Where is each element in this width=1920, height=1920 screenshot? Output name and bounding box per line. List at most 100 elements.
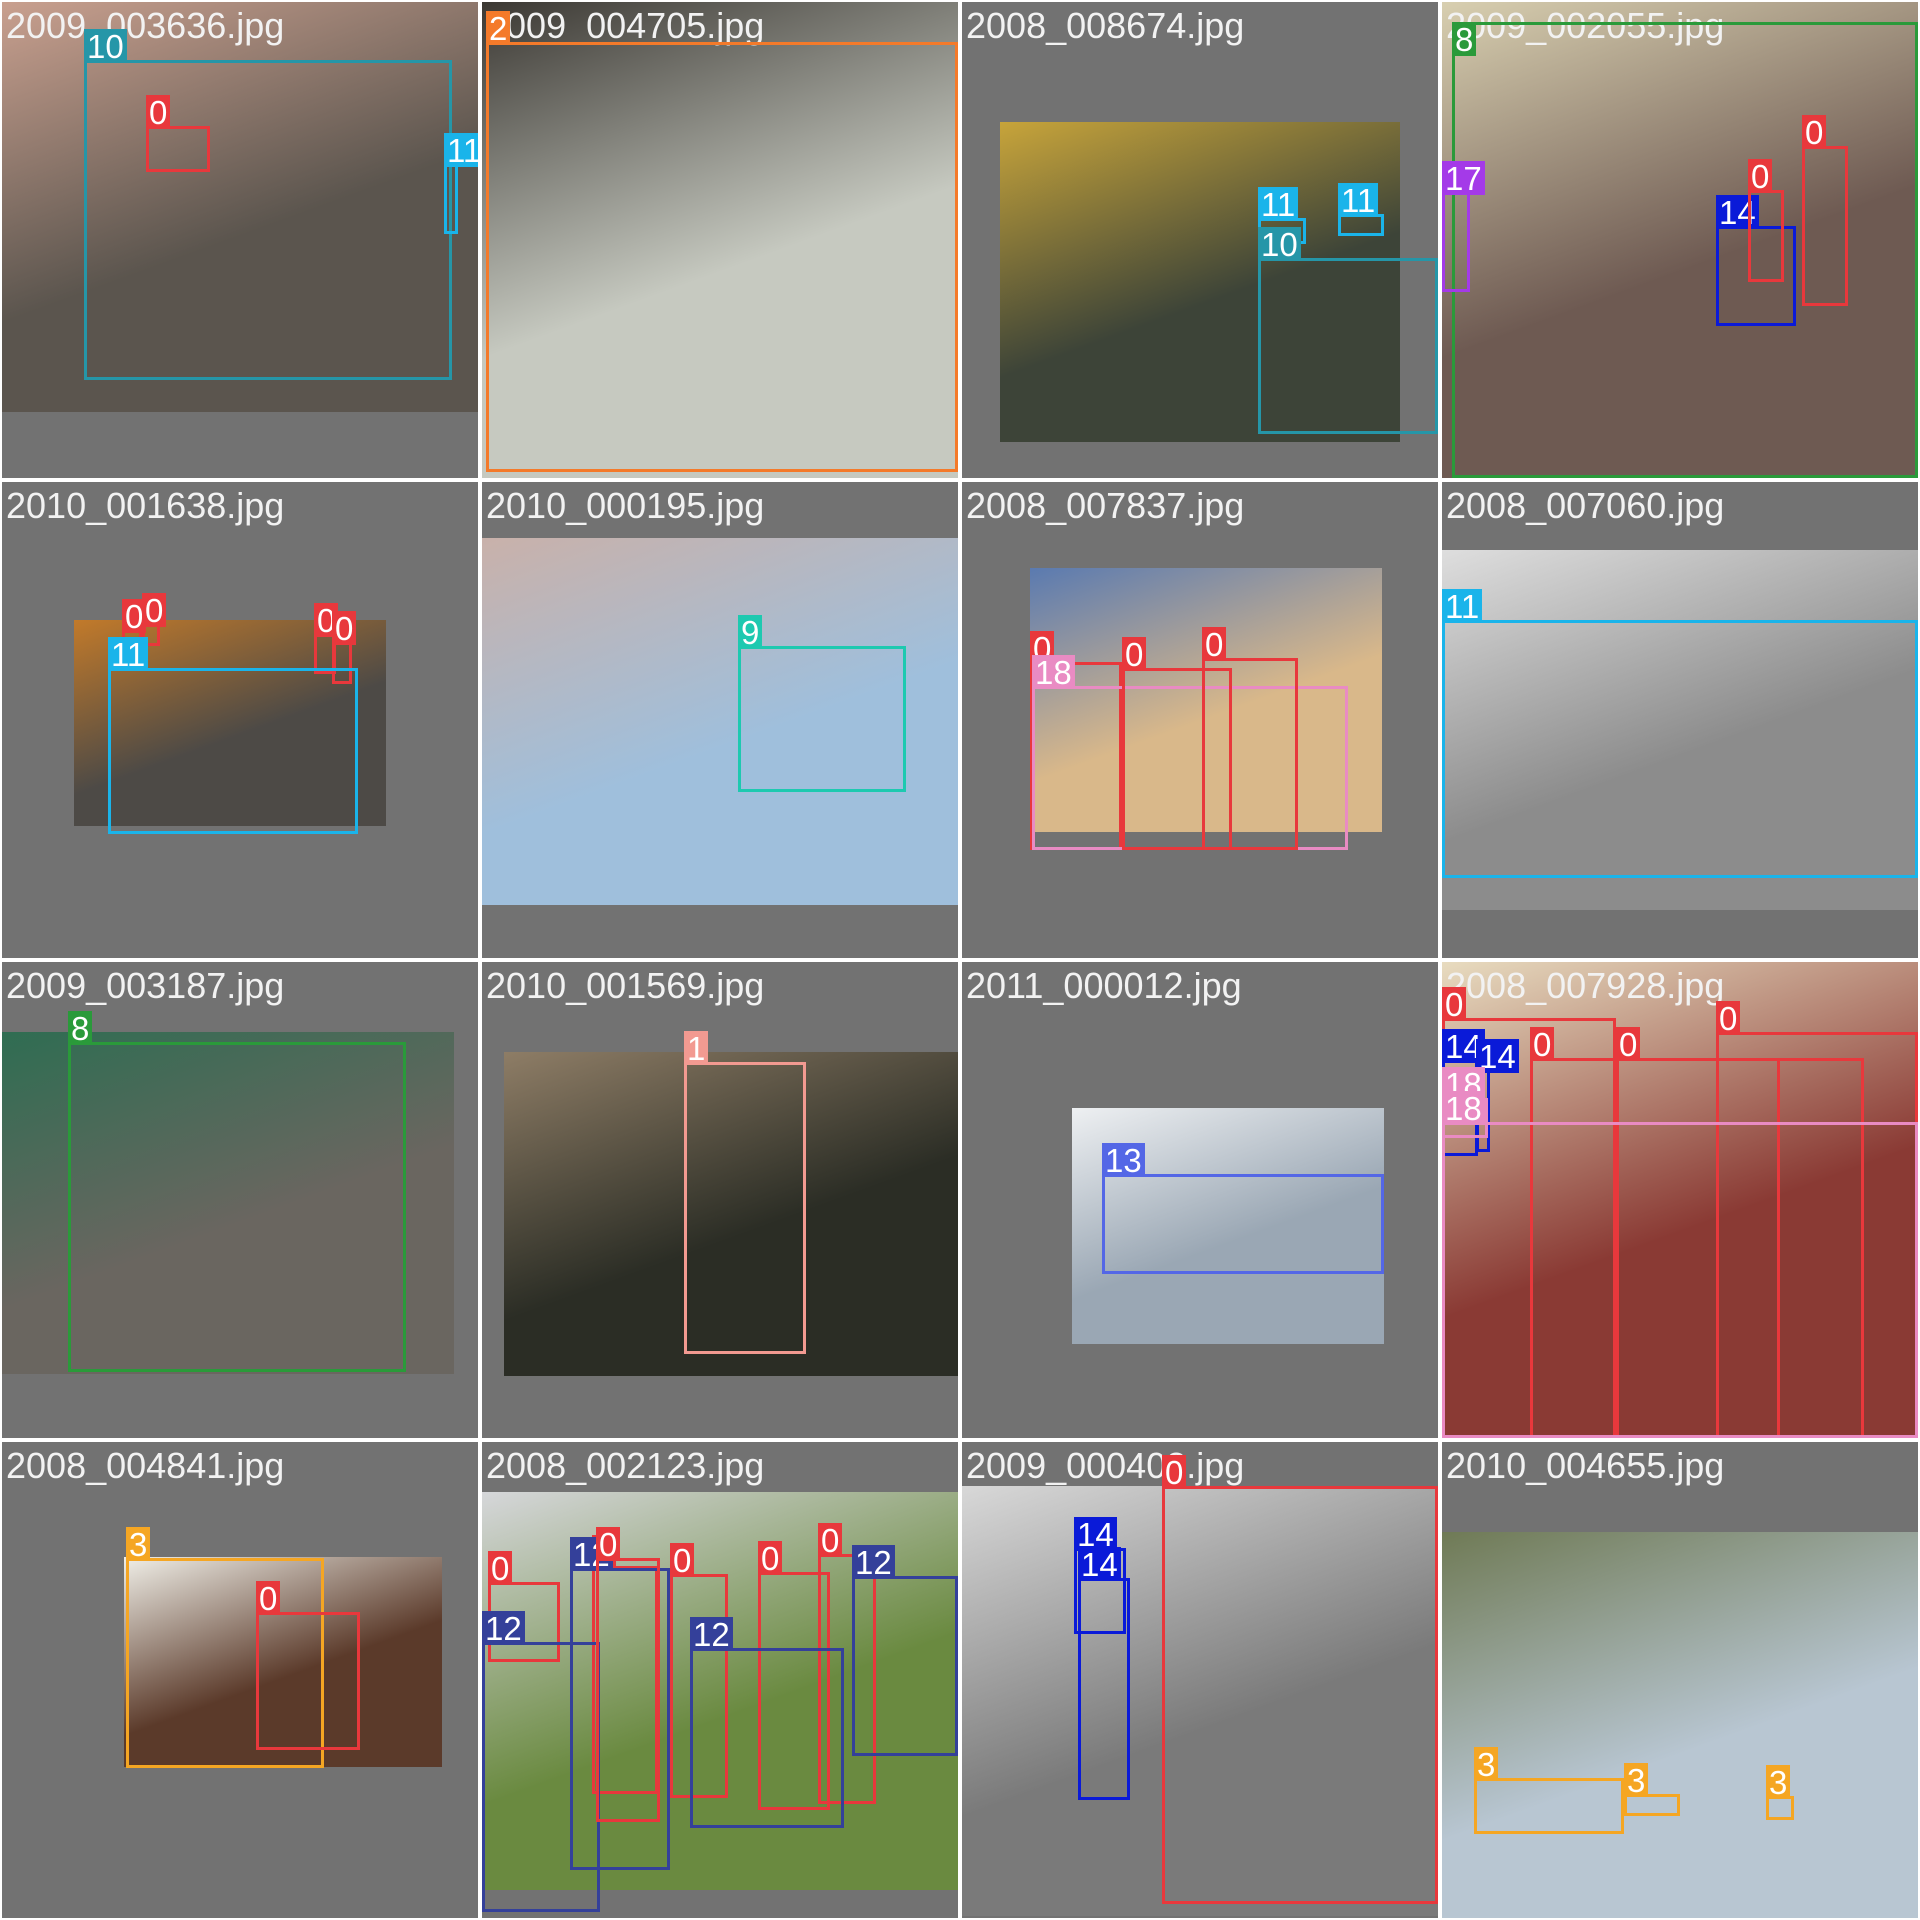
class-id-label: 0 bbox=[1122, 637, 1147, 671]
class-id-label: 8 bbox=[68, 1011, 93, 1045]
class-id-label: 0 bbox=[1442, 987, 1467, 1021]
bounding-box: 17 bbox=[1442, 161, 1485, 292]
class-id-label: 0 bbox=[332, 611, 357, 645]
class-id-label: 0 bbox=[146, 95, 171, 129]
class-id-label: 3 bbox=[1766, 1765, 1791, 1799]
tile-filename: 2010_001569.jpg bbox=[486, 965, 765, 1006]
tile-filename: 2008_004841.jpg bbox=[6, 1445, 285, 1486]
bounding-box: 9 bbox=[738, 615, 906, 792]
tile-filename: 2008_007060.jpg bbox=[1446, 485, 1725, 526]
class-id-label: 0 bbox=[1716, 1001, 1741, 1035]
class-id-label: 0 bbox=[1530, 1027, 1555, 1061]
bounding-box: 3 bbox=[1766, 1765, 1794, 1820]
mosaic-tile: 2010_001569.jpg 1 bbox=[482, 962, 958, 1438]
bounding-box: 8 bbox=[68, 1011, 406, 1372]
bounding-box: 12 bbox=[852, 1545, 958, 1756]
bounding-box: 14 bbox=[1074, 1517, 1126, 1634]
class-id-label: 9 bbox=[738, 615, 763, 649]
tile-filename: 2011_000012.jpg bbox=[966, 965, 1242, 1006]
class-id-label: 12 bbox=[690, 1617, 733, 1651]
mosaic-tile: 2009_002055.jpg 8 0 17 14 0 bbox=[1442, 2, 1918, 478]
bounding-box: 0 bbox=[1748, 159, 1784, 282]
tile-filename: 2008_002123.jpg bbox=[486, 1445, 765, 1486]
bounding-box: 0 bbox=[256, 1581, 360, 1750]
class-id-label: 8 bbox=[1452, 22, 1477, 56]
class-id-label: 3 bbox=[1474, 1747, 1499, 1781]
bounding-box: 3 bbox=[1624, 1763, 1680, 1816]
mosaic-tile: 2008_004841.jpg 3 0 bbox=[2, 1442, 478, 1918]
tile-filename: 2009_003636.jpg bbox=[6, 5, 285, 46]
class-id-label: 18 bbox=[1032, 655, 1075, 689]
class-id-label: 11 bbox=[1258, 187, 1299, 221]
bounding-box: 0 bbox=[1202, 627, 1298, 850]
tile-filename: 2009_004705.jpg bbox=[486, 5, 765, 46]
class-id-label: 17 bbox=[1442, 161, 1485, 195]
mosaic-tile: 2010_004655.jpg 3 3 3 bbox=[1442, 1442, 1918, 1918]
bounding-box: 0 bbox=[596, 1527, 660, 1822]
class-id-label: 0 bbox=[670, 1543, 695, 1577]
tile-filename: 2009_003187.jpg bbox=[6, 965, 285, 1006]
bounding-box: 0 bbox=[146, 95, 210, 172]
mosaic-tile: 2009_000408.jpg 0 14 14 bbox=[962, 1442, 1438, 1918]
mosaic-tile: 2008_008674.jpg 11 11 10 bbox=[962, 2, 1438, 478]
class-id-label: 11 bbox=[444, 133, 478, 167]
class-id-label: 0 bbox=[758, 1541, 783, 1575]
mosaic-tile: 2008_002123.jpg00000121212120 bbox=[482, 1442, 958, 1918]
bounding-box: 13 bbox=[1102, 1143, 1384, 1274]
bounding-box: 11 bbox=[1442, 589, 1918, 878]
class-id-label: 0 bbox=[1748, 159, 1773, 193]
class-id-label: 11 bbox=[108, 637, 149, 671]
class-id-label: 0 bbox=[256, 1581, 281, 1615]
tile-filename: 2010_004655.jpg bbox=[1446, 1445, 1725, 1486]
mosaic-tile: 2008_007837.jpg 0 18 0 0 bbox=[962, 482, 1438, 958]
tile-filename: 2008_008674.jpg bbox=[966, 5, 1245, 46]
class-id-label: 12 bbox=[852, 1545, 895, 1579]
class-id-label: 0 bbox=[1616, 1027, 1641, 1061]
bounding-box: 1 bbox=[684, 1031, 806, 1354]
bounding-box: 11 bbox=[1338, 183, 1384, 236]
bounding-box: 11 bbox=[108, 637, 358, 834]
class-id-label: 12 bbox=[482, 1611, 525, 1645]
mosaic-grid: 2009_003636.jpg 10 0 11 2009_004705.jpg 2 2008… bbox=[0, 0, 1920, 1920]
bounding-box: 10 bbox=[1258, 227, 1438, 434]
class-id-label: 2 bbox=[486, 11, 511, 45]
tile-filename: 2010_000195.jpg bbox=[486, 485, 765, 526]
bounding-box: 18 bbox=[1442, 1091, 1918, 1438]
class-id-label: 13 bbox=[1102, 1143, 1145, 1177]
class-id-label: 1 bbox=[684, 1031, 709, 1065]
class-id-label: 0 bbox=[142, 593, 167, 627]
tile-filename: 2008_007928.jpg bbox=[1446, 965, 1725, 1006]
bounding-box: 0 bbox=[1802, 115, 1848, 306]
bounding-box: 12 bbox=[690, 1617, 844, 1828]
class-id-label: 0 bbox=[488, 1551, 513, 1585]
bounding-box: 2 bbox=[486, 11, 958, 472]
mosaic-tile: 2011_000012.jpg 13 bbox=[962, 962, 1438, 1438]
class-id-label: 0 bbox=[1802, 115, 1827, 149]
bounding-box: 10 bbox=[84, 29, 452, 380]
class-id-label: 3 bbox=[126, 1527, 151, 1561]
mosaic-tile: 2009_004705.jpg 2 bbox=[482, 2, 958, 478]
mosaic-tile: 2009_003636.jpg 10 0 11 bbox=[2, 2, 478, 478]
tile-photo bbox=[1442, 1532, 1918, 1918]
bounding-box: 11 bbox=[444, 133, 478, 234]
class-id-label: 0 bbox=[596, 1527, 621, 1561]
class-id-label: 3 bbox=[1624, 1763, 1649, 1797]
mosaic-tile: 2009_003187.jpg 8 bbox=[2, 962, 478, 1438]
class-id-label: 0 bbox=[1162, 1455, 1187, 1489]
class-id-label: 18 bbox=[1442, 1091, 1485, 1125]
tile-filename: 2009_000408.jpg bbox=[966, 1445, 1245, 1486]
class-id-label: 11 bbox=[1442, 589, 1483, 623]
bounding-box: 0 bbox=[1162, 1455, 1438, 1904]
class-id-label: 14 bbox=[1074, 1517, 1117, 1551]
class-id-label: 10 bbox=[84, 29, 127, 63]
bounding-box: 8 bbox=[1452, 22, 1918, 478]
tile-filename: 2008_007837.jpg bbox=[966, 485, 1245, 526]
mosaic-tile: 2008_007060.jpg 11 bbox=[1442, 482, 1918, 958]
class-id-label: 0 bbox=[818, 1523, 843, 1557]
bounding-box: 3 bbox=[1474, 1747, 1624, 1834]
mosaic-tile: 2010_001638.jpg 0 0 0 0 11 bbox=[2, 482, 478, 958]
mosaic-tile: 2010_000195.jpg 9 bbox=[482, 482, 958, 958]
tile-filename: 2010_001638.jpg bbox=[6, 485, 285, 526]
class-id-label: 0 bbox=[1202, 627, 1227, 661]
class-id-label: 11 bbox=[1338, 183, 1379, 217]
